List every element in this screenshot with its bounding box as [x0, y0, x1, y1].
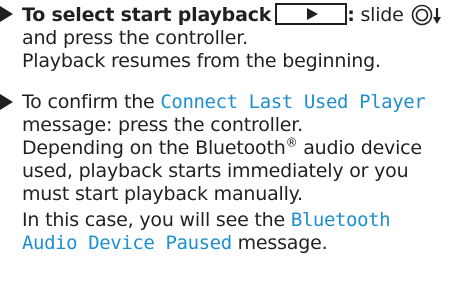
instruction-page: To select start playback: slide and pres… — [0, 0, 462, 281]
display-message-audio-device-paused: Audio Device Paused — [22, 232, 232, 254]
instruction-step-start-playback: To select start playback: slide and pres… — [0, 3, 462, 73]
controller-slide-down-icon — [411, 4, 441, 26]
display-message-connect-last-used-player: Connect Last Used Player — [160, 91, 426, 113]
instruction-step-confirm-message: To confirm the Connect Last Used Player … — [0, 91, 462, 255]
step-result: Playback resumes from the beginning. — [22, 50, 381, 72]
step-text: and press the controller. — [22, 27, 248, 49]
play-button-icon — [275, 3, 348, 25]
slide-text: slide — [354, 4, 404, 26]
step-heading: To select start playback — [22, 4, 272, 26]
bullet-arrow-icon — [0, 6, 13, 22]
registered-mark: ® — [285, 135, 298, 150]
display-message-bluetooth: Bluetooth — [290, 209, 391, 231]
bullet-arrow-icon — [0, 94, 13, 110]
